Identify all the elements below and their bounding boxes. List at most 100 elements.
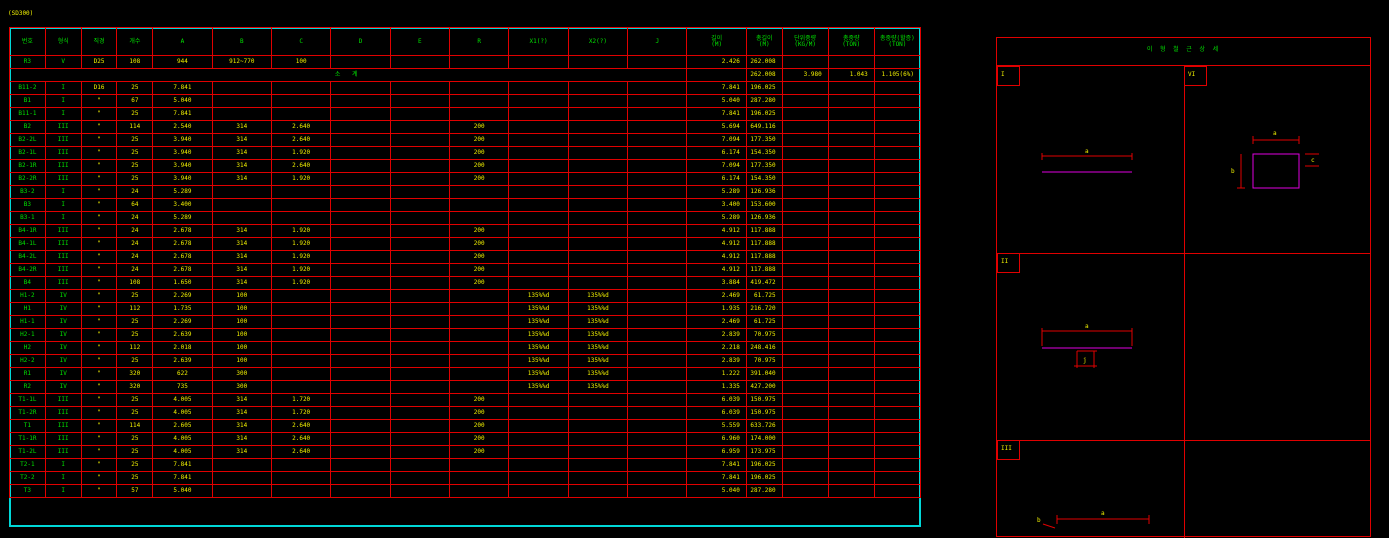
table-cell: " [80,250,118,264]
table-cell [330,393,391,407]
table-row: B1 I " 67 5.040 5.040 287.280 [9,94,922,108]
table-cell [389,289,451,303]
table-cell: 2.269 [152,315,213,329]
table-cell: 100 [211,341,272,355]
table-cell: III [44,237,82,251]
table-cell: 154.350 [745,146,783,160]
table-cell [567,133,629,147]
table-cell [873,484,922,498]
table-cell: 287.280 [745,484,783,498]
table-cell: 112 [116,302,154,316]
table-cell [627,55,688,69]
table-cell: 314 [211,393,272,407]
table-cell [389,120,451,134]
table-cell [330,250,391,264]
table-cell: 314 [211,133,272,147]
table-cell: B3-2 [9,185,46,199]
table-row: B4-2R III " 24 2.678 314 1.920 200 4.912 117.888 [9,263,922,277]
table-cell: III [44,276,82,290]
table-cell [389,81,451,95]
table-cell: IV [44,380,82,394]
table-cell [508,55,569,69]
table-cell: 2.540 [152,120,213,134]
table-cell [627,224,688,238]
table-cell [389,367,451,381]
table-cell: " [80,315,118,329]
table-cell: 6.039 [686,406,747,420]
table-cell [873,146,922,160]
table-cell [827,224,875,238]
table-cell [627,185,688,199]
table-cell [873,81,922,95]
table-cell [781,185,829,199]
table-cell: 200 [449,263,510,277]
table-cell [781,250,829,264]
table-cell [330,315,391,329]
table-cell [389,432,451,446]
table-cell: 154.350 [745,172,783,186]
dim-label-b: b [1231,168,1235,175]
table-cell: 314 [211,120,272,134]
table-cell [827,458,875,472]
table-cell: 7.841 [152,471,213,485]
table-cell: 7.841 [686,107,747,121]
table-cell: 1.920 [270,237,332,251]
table-cell [827,471,875,485]
table-cell: 2.640 [270,133,332,147]
table-cell [389,198,451,212]
table-cell [627,276,688,290]
table-cell: 5.559 [686,419,747,433]
table-cell [389,263,451,277]
table-cell [873,107,922,121]
table-cell [449,328,510,342]
table-cell [781,224,829,238]
table-cell: 2.640 [270,419,332,433]
table-cell [211,471,272,485]
table-cell: 3.940 [152,146,213,160]
sketch-type-VI: a b c [1231,130,1319,189]
table-cell [567,432,629,446]
table-cell: H1-1 [9,315,46,329]
table-cell: H1 [9,302,46,316]
table-cell: 24 [116,211,154,225]
table-cell: " [80,289,118,303]
table-cell [449,354,510,368]
column-header: 직경 [80,27,118,56]
table-cell: 200 [449,445,510,459]
table-cell: III [44,159,82,173]
table-cell: B2 [9,120,46,134]
table-cell [567,445,629,459]
table-row: H1 IV " 112 1.735 100 135%%d 135%%d 1.935 216.720 [9,302,922,316]
table-cell: 25 [116,146,154,160]
table-cell [781,393,829,407]
table-cell [827,81,875,95]
table-cell [330,211,391,225]
table-cell [389,250,451,264]
table-cell: 2.839 [686,354,747,368]
table-cell: 200 [449,159,510,173]
table-cell [389,393,451,407]
table-cell: " [80,341,118,355]
table-cell: D25 [80,55,118,69]
table-cell: 1.920 [270,276,332,290]
table-cell [567,146,629,160]
table-cell: " [80,458,118,472]
table-cell [627,458,688,472]
table-cell [781,107,829,121]
table-cell [330,133,391,147]
table-cell: III [44,146,82,160]
table-cell [627,94,688,108]
table-cell: 314 [211,250,272,264]
table-cell [567,224,629,238]
table-cell [781,445,829,459]
table-cell [449,211,510,225]
table-cell: 200 [449,133,510,147]
table-cell: T1-2L [9,445,46,459]
table-cell [627,432,688,446]
table-row: B3-2 I " 24 5.289 5.289 126.936 [9,185,922,199]
table-cell: R3 [9,55,46,69]
table-row: T3 I " 57 5.040 5.040 287.280 [9,484,922,498]
table-cell [827,393,875,407]
table-cell: B4-1L [9,237,46,251]
table-cell: 2.678 [152,263,213,277]
